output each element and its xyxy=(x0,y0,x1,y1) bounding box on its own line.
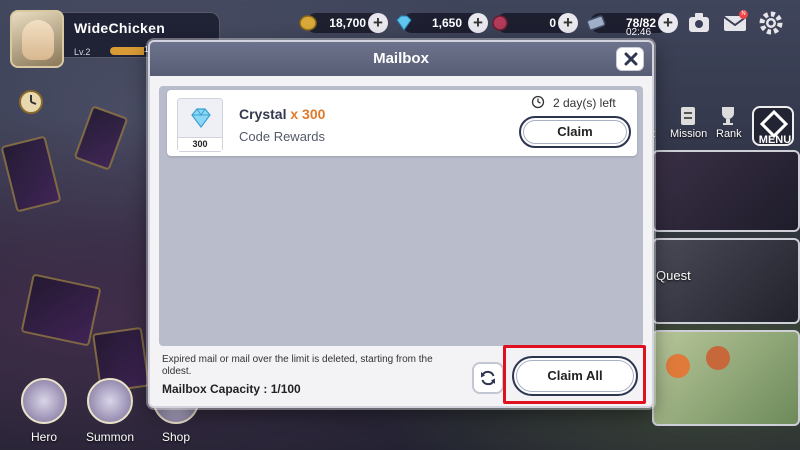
mailbox-title: Mailbox xyxy=(373,50,429,67)
gear-icon[interactable] xyxy=(758,10,784,36)
menu-label: MENU xyxy=(758,134,792,146)
side-banner-event[interactable] xyxy=(652,150,800,232)
nav-hero-label: Hero xyxy=(30,430,57,444)
item-icon-box: 300 xyxy=(177,98,223,152)
summon-icon xyxy=(87,378,133,424)
mail-list[interactable]: 300 Crystal x 300 Code Rewards 2 day(s) … xyxy=(159,86,643,346)
refresh-icon xyxy=(481,370,495,386)
mail-item[interactable]: 300 Crystal x 300 Code Rewards 2 day(s) … xyxy=(167,90,637,156)
nav-hero[interactable]: Hero xyxy=(16,378,72,448)
avatar[interactable] xyxy=(10,10,64,68)
rank-label[interactable]: Rank xyxy=(716,128,742,140)
nav-shop-label: Shop xyxy=(161,430,191,444)
mission-label[interactable]: Mission xyxy=(670,128,707,140)
add-stamina-button[interactable]: + xyxy=(658,13,678,33)
mailbox-capacity: Mailbox Capacity : 1/100 xyxy=(162,382,301,396)
claim-button[interactable]: Claim xyxy=(519,116,631,148)
mail-source: Code Rewards xyxy=(239,129,325,144)
stamina-timer: 02:46 xyxy=(626,27,652,38)
mission-icon[interactable] xyxy=(676,104,700,128)
player-level: Lv.2 xyxy=(74,47,91,57)
photo-camera-icon[interactable] xyxy=(686,10,712,36)
hero-icon xyxy=(21,378,67,424)
item-quantity: x 300 xyxy=(290,106,326,122)
expiry-note: Expired mail or mail over the limit is d… xyxy=(162,354,433,377)
currency-amount: 0 xyxy=(549,16,556,30)
side-banner-adventure[interactable] xyxy=(652,330,800,426)
refresh-button[interactable] xyxy=(472,362,504,394)
chibi-character xyxy=(666,354,690,378)
nav-summon[interactable]: Summon xyxy=(82,378,138,448)
alarm-clock-icon[interactable] xyxy=(16,86,46,116)
claim-all-highlight xyxy=(503,345,646,404)
nav-summon-label: Summon xyxy=(85,430,135,444)
quest-label: Quest xyxy=(656,268,691,283)
mail-notification-badge: N xyxy=(739,10,748,19)
clock-icon xyxy=(531,95,545,109)
add-gems-button[interactable]: + xyxy=(468,13,488,33)
close-icon xyxy=(624,52,638,66)
item-name-text: Crystal xyxy=(239,106,287,122)
avatar-portrait xyxy=(22,20,54,60)
player-name: WideChicken xyxy=(74,20,166,36)
add-currency-button[interactable]: + xyxy=(558,13,578,33)
chibi-character xyxy=(706,346,730,370)
item-name: Crystal x 300 xyxy=(239,106,325,122)
gold-amount: 18,700 xyxy=(329,16,366,30)
gem-amount: 1,650 xyxy=(431,16,462,30)
add-gold-button[interactable]: + xyxy=(368,13,388,33)
item-count: 300 xyxy=(178,137,222,151)
close-button[interactable] xyxy=(616,47,644,71)
crystal-icon xyxy=(191,108,211,128)
time-left: 2 day(s) left xyxy=(553,96,616,110)
rank-trophy-icon[interactable] xyxy=(716,104,740,128)
mailbox-header: Mailbox xyxy=(150,42,652,76)
